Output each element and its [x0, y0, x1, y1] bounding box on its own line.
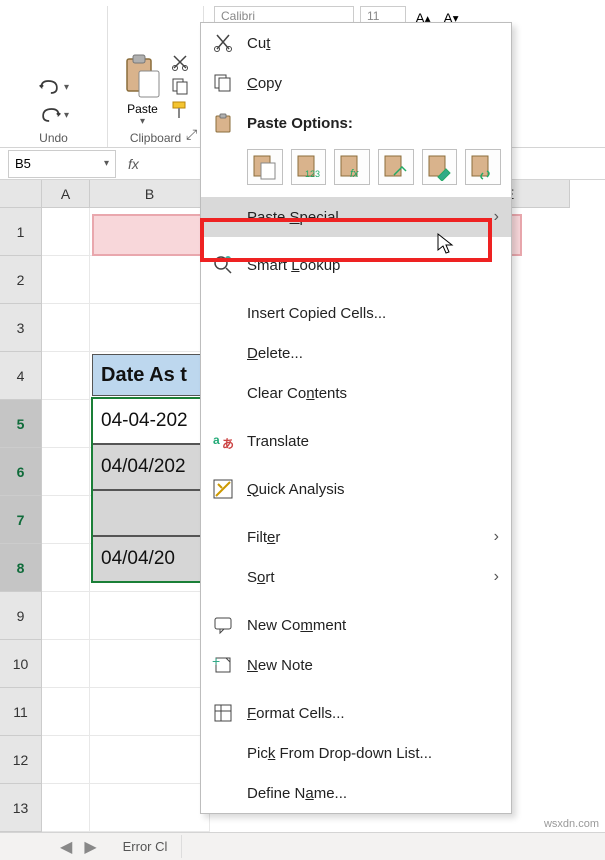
format-painter-icon[interactable]: [170, 100, 190, 120]
svg-text:123: 123: [305, 169, 320, 179]
menu-new-comment[interactable]: New Comment: [201, 605, 511, 645]
menu-paste-special[interactable]: Paste Special... ›: [201, 197, 511, 237]
tab-nav-prev-icon[interactable]: ◀: [60, 837, 72, 857]
menu-clear-contents[interactable]: Clear Contents: [201, 373, 511, 413]
copy-icon: [211, 71, 235, 95]
svg-text:a: a: [213, 433, 220, 447]
quick-analysis-icon: [211, 477, 235, 501]
svg-text:+: +: [212, 654, 220, 669]
menu-smart-lookup[interactable]: Smart Lookup: [201, 245, 511, 285]
menu-quick-analysis[interactable]: Quick Analysis: [201, 469, 511, 509]
chevron-down-icon[interactable]: ▾: [104, 158, 109, 169]
undo-group-label: Undo: [39, 131, 68, 145]
paste-opt-formulas[interactable]: fx: [334, 149, 370, 185]
menu-cut[interactable]: Cut: [201, 23, 511, 63]
menu-filter[interactable]: Filter ›: [201, 517, 511, 557]
name-box[interactable]: B5 ▾: [8, 150, 116, 178]
row-header[interactable]: 8: [0, 544, 42, 592]
chevron-down-icon[interactable]: ▾: [140, 116, 145, 127]
col-header[interactable]: B: [90, 180, 210, 208]
menu-new-note[interactable]: + New Note: [201, 645, 511, 685]
menu-delete[interactable]: Delete...: [201, 333, 511, 373]
paste-opt-transpose[interactable]: [378, 149, 414, 185]
undo-icon[interactable]: [38, 75, 62, 99]
chevron-right-icon: ›: [494, 528, 499, 546]
redo-icon[interactable]: [38, 103, 62, 127]
row-header[interactable]: 11: [0, 688, 42, 736]
svg-text:あ: あ: [222, 437, 234, 451]
clipboard-group-label: Clipboard: [130, 131, 181, 145]
select-all[interactable]: [0, 180, 42, 208]
sheet-tab[interactable]: Error Cl: [109, 835, 183, 858]
row-header[interactable]: 2: [0, 256, 42, 304]
context-menu: Cut Copy Paste Options: 123 fx Paste Spe…: [200, 22, 512, 814]
cut-icon: [211, 31, 235, 55]
paste-options-row: 123 fx: [201, 143, 511, 197]
fx-icon[interactable]: fx: [128, 156, 139, 172]
row-header[interactable]: 6: [0, 448, 42, 496]
paste-opt-link[interactable]: [465, 149, 501, 185]
ribbon-group-undo: ▾ ▾ Undo: [0, 6, 108, 147]
row-header[interactable]: 13: [0, 784, 42, 832]
paste-opt-values[interactable]: 123: [291, 149, 327, 185]
row-header[interactable]: 7: [0, 496, 42, 544]
menu-paste-options-label: Paste Options:: [201, 103, 511, 143]
menu-sort[interactable]: Sort ›: [201, 557, 511, 597]
clipboard-icon: [211, 111, 235, 135]
paste-opt-all[interactable]: [247, 149, 283, 185]
row-header[interactable]: 3: [0, 304, 42, 352]
menu-define-name[interactable]: Define Name...: [201, 773, 511, 813]
col-header[interactable]: A: [42, 180, 90, 208]
row-header[interactable]: 4: [0, 352, 42, 400]
row-header[interactable]: 1: [0, 208, 42, 256]
row-header[interactable]: 12: [0, 736, 42, 784]
watermark: wsxdn.com: [544, 818, 599, 830]
svg-text:fx: fx: [350, 168, 359, 180]
sheet-tabs: ◀ ▶ Error Cl: [0, 832, 605, 860]
chevron-right-icon: ›: [494, 568, 499, 586]
paste-opt-formatting[interactable]: [422, 149, 458, 185]
menu-translate[interactable]: aあ Translate: [201, 421, 511, 461]
translate-icon: aあ: [211, 429, 235, 453]
row-header[interactable]: 5: [0, 400, 42, 448]
menu-pick-dropdown[interactable]: Pick From Drop-down List...: [201, 733, 511, 773]
chevron-right-icon: ›: [494, 208, 499, 226]
copy-icon[interactable]: [170, 76, 190, 96]
chevron-down-icon[interactable]: ▾: [64, 82, 69, 93]
cut-icon[interactable]: [170, 52, 190, 72]
note-icon: +: [211, 653, 235, 677]
paste-button[interactable]: Paste ▾: [122, 52, 164, 127]
row-header[interactable]: 9: [0, 592, 42, 640]
format-cells-icon: [211, 701, 235, 725]
comment-icon: [211, 613, 235, 637]
row-header[interactable]: 10: [0, 640, 42, 688]
menu-copy[interactable]: Copy: [201, 63, 511, 103]
dialog-launcher-icon[interactable]: ⤢: [186, 126, 197, 143]
chevron-down-icon[interactable]: ▾: [64, 110, 69, 121]
menu-format-cells[interactable]: Format Cells...: [201, 693, 511, 733]
search-icon: [211, 253, 235, 277]
tab-nav-next-icon[interactable]: ▶: [84, 837, 96, 857]
menu-insert-copied[interactable]: Insert Copied Cells...: [201, 293, 511, 333]
